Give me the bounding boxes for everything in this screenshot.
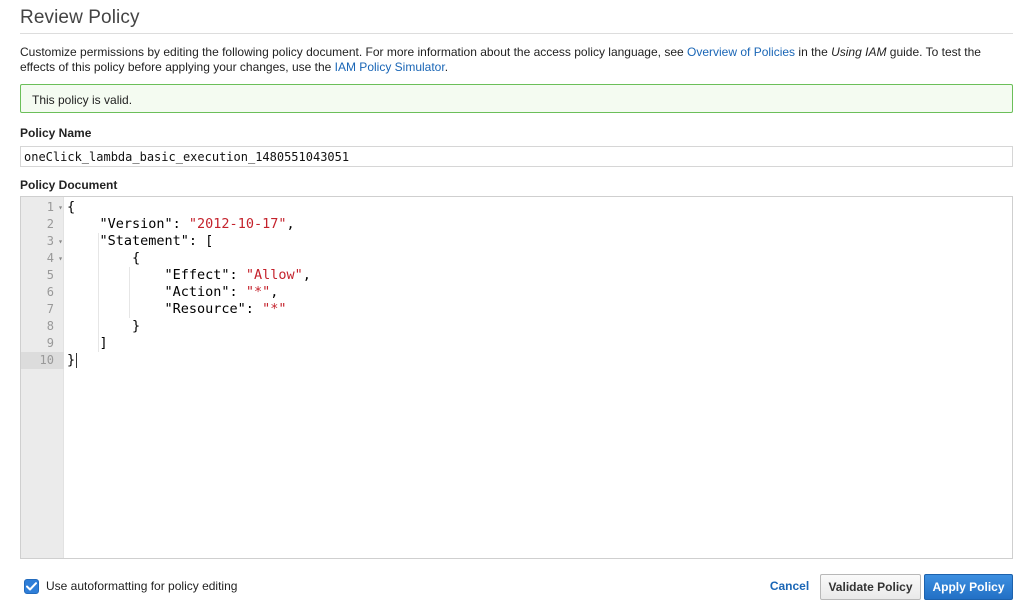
- fold-toggle-icon[interactable]: ▾: [58, 233, 63, 250]
- line-number: 7: [21, 301, 64, 318]
- line-number: 3 ▾: [21, 233, 64, 250]
- indent-guide: [98, 233, 99, 352]
- autoformat-label: Use autoformatting for policy editing: [46, 579, 238, 593]
- code-line: }: [67, 352, 75, 369]
- line-number-text: 10: [39, 353, 54, 367]
- code-token: "Statement": [: [67, 233, 214, 249]
- line-number-text: 1: [46, 200, 54, 214]
- description-text-1: Customize permissions by editing the fol…: [20, 45, 688, 59]
- code-string-token: "*": [262, 301, 287, 317]
- iam-policy-simulator-link[interactable]: IAM Policy Simulator: [335, 60, 445, 74]
- code-token: ,: [302, 267, 311, 283]
- code-line: "Effect": "Allow",: [67, 267, 311, 284]
- policy-name-label: Policy Name: [20, 126, 92, 140]
- apply-policy-button[interactable]: Apply Policy: [924, 574, 1013, 600]
- line-number: 5: [21, 267, 64, 284]
- code-string-token: "Allow": [245, 267, 303, 283]
- line-number: 8: [21, 318, 64, 335]
- autoformat-option[interactable]: Use autoformatting for policy editing: [24, 577, 237, 595]
- line-number: 2: [21, 216, 64, 233]
- policy-document-editor[interactable]: 1 ▾ 2 3 ▾ 4 ▾ 5 6 7 8 9 10 { "Version": "2012-10-17"…: [20, 196, 1013, 559]
- editor-code-area[interactable]: { "Version": "2012-10-17", "Statement": …: [67, 199, 1012, 558]
- policy-name-field[interactable]: oneClick_lambda_basic_execution_14805510…: [20, 146, 1013, 167]
- code-line: "Version": "2012-10-17",: [67, 216, 295, 233]
- code-token: "Resource":: [67, 301, 263, 317]
- code-line: }: [67, 318, 140, 335]
- code-token: {: [67, 199, 76, 215]
- line-number: 6: [21, 284, 64, 301]
- validate-policy-button[interactable]: Validate Policy: [820, 574, 921, 600]
- code-line: ]: [67, 335, 108, 352]
- using-iam-text: Using IAM: [831, 45, 887, 59]
- description-text-2: in the: [795, 45, 832, 59]
- code-string-token: "*": [245, 284, 271, 300]
- line-number-text: 8: [46, 319, 54, 333]
- cancel-button[interactable]: Cancel: [767, 577, 812, 595]
- code-line: "Statement": [: [67, 233, 214, 250]
- code-string-token: "2012-10-17": [188, 216, 287, 232]
- code-token: "Action":: [67, 284, 246, 300]
- page-description: Customize permissions by editing the fol…: [20, 45, 1010, 75]
- title-divider: [20, 33, 1013, 34]
- policy-document-label: Policy Document: [20, 178, 118, 192]
- line-number-text: 7: [46, 302, 54, 316]
- autoformat-checkbox[interactable]: [24, 578, 39, 594]
- code-token: }: [67, 318, 141, 334]
- line-number-text: 9: [46, 336, 54, 350]
- line-number-text: 3: [46, 234, 54, 248]
- code-line: "Resource": "*": [67, 301, 287, 318]
- line-number-text: 2: [46, 217, 54, 231]
- line-number-text: 4: [46, 251, 54, 265]
- code-token: "Version":: [67, 216, 189, 232]
- code-line: {: [67, 199, 75, 216]
- text-cursor: [76, 353, 77, 368]
- code-token: ,: [270, 284, 279, 300]
- line-number: 1 ▾: [21, 199, 64, 216]
- validation-message: This policy is valid.: [32, 93, 133, 107]
- line-number-text: 6: [46, 285, 54, 299]
- code-token: "Effect":: [67, 267, 246, 283]
- line-number: 9: [21, 335, 64, 352]
- description-text-4: .: [444, 60, 449, 74]
- line-number: 4 ▾: [21, 250, 64, 267]
- checkmark-icon: [26, 581, 37, 590]
- line-number: 10: [21, 352, 64, 369]
- fold-toggle-icon[interactable]: ▾: [58, 250, 63, 267]
- overview-of-policies-link[interactable]: Overview of Policies: [687, 45, 795, 59]
- line-number-text: 5: [46, 268, 54, 282]
- editor-gutter: 1 ▾ 2 3 ▾ 4 ▾ 5 6 7 8 9 10: [21, 197, 64, 558]
- code-token: ,: [286, 216, 295, 232]
- code-line: {: [67, 250, 140, 267]
- code-token: {: [67, 250, 141, 266]
- validation-status-box: This policy is valid.: [20, 84, 1013, 113]
- fold-toggle-icon[interactable]: ▾: [58, 199, 63, 216]
- code-token: ]: [67, 335, 108, 351]
- indent-guide: [129, 267, 130, 318]
- page-title: Review Policy: [20, 7, 140, 28]
- code-token: }: [67, 352, 76, 368]
